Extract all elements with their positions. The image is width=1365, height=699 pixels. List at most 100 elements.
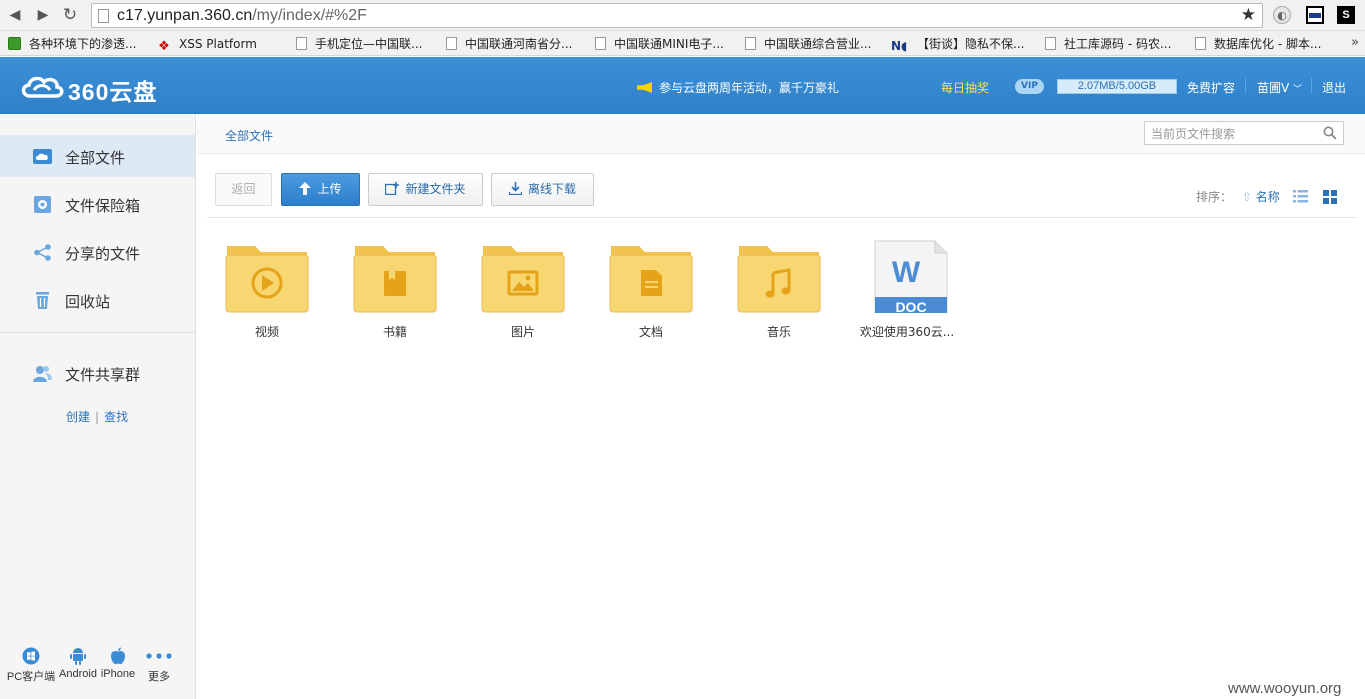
bookmark-item[interactable]: 社工库源码 - 码农... xyxy=(1045,36,1171,52)
user-menu[interactable]: 苗圃V ﹀ xyxy=(1257,79,1302,96)
logout-link[interactable]: 退出 xyxy=(1322,79,1346,96)
file-name: 视频 xyxy=(254,325,279,339)
url-text[interactable]: c17.yunpan.360.cn/my/index/#%2F xyxy=(117,7,367,25)
file-item-welcome-doc[interactable]: W DOC 欢迎使用360云... xyxy=(855,236,959,346)
address-bar[interactable]: c17.yunpan.360.cn/my/index/#%2F ★ xyxy=(91,3,1263,28)
list-view-icon[interactable] xyxy=(1293,190,1308,203)
upload-button[interactable]: 上传 xyxy=(281,173,360,206)
share-icon xyxy=(34,244,51,261)
bookmark-favicon-icon xyxy=(8,37,21,50)
breadcrumb[interactable]: 全部文件 xyxy=(225,127,273,144)
sort-by-name-button[interactable]: ⇧ 名称 xyxy=(1242,190,1280,204)
link-separator: | xyxy=(95,410,100,424)
header-divider xyxy=(1245,78,1246,93)
android-client-link[interactable]: Android xyxy=(56,646,100,680)
page-icon xyxy=(1045,37,1056,50)
file-item-documents[interactable]: 文档 xyxy=(599,236,703,346)
flag-extension-icon[interactable] xyxy=(1306,6,1324,24)
sidebar-item-label: 回收站 xyxy=(65,293,111,311)
vip-cloud-icon[interactable]: VIP xyxy=(1015,79,1044,94)
sidebar-item-shared[interactable]: 分享的文件 xyxy=(0,231,195,273)
bookmark-item[interactable]: 各种环境下的渗透... xyxy=(8,36,136,52)
unicom-logo-icon: ❖ xyxy=(158,39,170,54)
cloud-folder-icon xyxy=(33,149,52,164)
breadcrumb-bar: 全部文件 xyxy=(197,114,1365,154)
client-label: iPhone xyxy=(100,668,136,680)
bookmark-item[interactable]: N◖ 【街谈】隐私不保... xyxy=(891,36,1024,53)
bookmark-star-icon[interactable]: ★ xyxy=(1241,5,1256,25)
watermark: www.wooyun.org xyxy=(1228,680,1342,697)
sort-arrow-up-icon: ⇧ xyxy=(1241,190,1252,204)
word-letter-icon: W xyxy=(892,256,921,289)
sort-label: 排序： xyxy=(1196,190,1233,204)
sidebar-item-all-files[interactable]: 全部文件 xyxy=(0,135,195,177)
file-name: 音乐 xyxy=(766,325,791,339)
new-folder-icon xyxy=(385,182,400,195)
chevron-down-icon: ﹀ xyxy=(1293,85,1303,95)
file-item-images[interactable]: 图片 xyxy=(471,236,575,346)
bookmark-item[interactable]: ❖ XSS Platform xyxy=(157,36,257,54)
file-item-music[interactable]: 音乐 xyxy=(727,236,831,346)
bookmarks-more-button[interactable]: » xyxy=(1351,35,1359,50)
sidebar-item-safe-box[interactable]: 文件保险箱 xyxy=(0,183,195,225)
header-divider xyxy=(1311,78,1312,93)
file-item-video[interactable]: 视频 xyxy=(215,236,319,346)
bookmark-item[interactable]: 中国联通综合营业... xyxy=(745,36,871,52)
reload-icon[interactable]: ↻ xyxy=(61,6,79,24)
back-button[interactable]: 返回 xyxy=(215,173,272,206)
bookmark-item[interactable]: 手机定位—中国联... xyxy=(296,36,422,52)
back-arrow-icon[interactable]: ◀ xyxy=(6,6,24,24)
search-box xyxy=(1144,121,1344,145)
bookmark-item[interactable]: 中国联通河南省分... xyxy=(446,36,572,52)
app-header: 360云盘 参与云盘两周年活动，赢千万豪礼 每日抽奖 VIP 2.07MB/5.… xyxy=(0,57,1365,114)
s-extension-icon[interactable]: S xyxy=(1337,6,1355,24)
find-group-link[interactable]: 查找 xyxy=(104,410,128,424)
search-icon[interactable] xyxy=(1323,126,1337,140)
doc-badge: DOC xyxy=(895,299,926,313)
sidebar-item-recycle-bin[interactable]: 回收站 xyxy=(0,279,195,321)
file-grid: 视频 书籍 图片 文档 音乐 W DOC 欢迎使用360云... xyxy=(215,236,1315,356)
search-input[interactable] xyxy=(1151,126,1321,142)
file-name: 书籍 xyxy=(382,325,407,339)
client-downloads: PC客户端 Android iPhone 更多 xyxy=(0,646,195,686)
create-group-link[interactable]: 创建 xyxy=(66,410,90,424)
windows-icon xyxy=(22,647,40,665)
globe-icon[interactable]: ◐ xyxy=(1273,6,1291,24)
sidebar-item-share-group[interactable]: 文件共享群 xyxy=(0,352,195,394)
iphone-client-link[interactable]: iPhone xyxy=(96,646,140,680)
file-toolbar: 返回 上传 新建文件夹 离线下载 排序： ⇧ 名称 xyxy=(207,172,1357,218)
sidebar-item-label: 文件共享群 xyxy=(65,366,141,384)
sidebar-item-label: 分享的文件 xyxy=(65,245,141,263)
apple-icon xyxy=(111,647,125,665)
grid-view-icon[interactable] xyxy=(1323,190,1337,204)
bookmark-item[interactable]: 数据库优化 - 脚本... xyxy=(1195,36,1321,52)
sidebar-item-label: 文件保险箱 xyxy=(65,197,141,215)
client-label: PC客户端 xyxy=(6,671,56,683)
client-label: 更多 xyxy=(148,671,170,683)
page-icon xyxy=(595,37,606,50)
offline-download-button[interactable]: 离线下载 xyxy=(491,173,594,206)
promo-link[interactable]: 参与云盘两周年活动，赢千万豪礼 xyxy=(637,79,839,96)
page-icon xyxy=(1195,37,1206,50)
new-folder-button[interactable]: 新建文件夹 xyxy=(368,173,483,206)
forward-arrow-icon[interactable]: ▶ xyxy=(34,6,52,24)
video-folder-icon xyxy=(225,246,309,313)
megaphone-icon xyxy=(637,82,652,93)
free-expand-link[interactable]: 免费扩容 xyxy=(1187,79,1235,96)
music-folder-icon xyxy=(737,246,821,313)
bookmark-item[interactable]: 中国联通MINI电子... xyxy=(595,36,724,52)
word-doc-icon: W DOC xyxy=(874,240,948,313)
page-icon xyxy=(98,9,109,23)
news-favicon-icon: N◖ xyxy=(891,39,908,53)
storage-quota-bar: 2.07MB/5.00GB xyxy=(1057,79,1177,94)
sidebar-item-label: 全部文件 xyxy=(65,149,126,167)
logo-text: 360云盘 xyxy=(68,79,158,105)
book-folder-icon xyxy=(353,246,437,313)
file-item-books[interactable]: 书籍 xyxy=(343,236,447,346)
group-actions: 创建 | 查找 xyxy=(66,408,128,425)
browser-toolbar: ◀ ▶ ↻ c17.yunpan.360.cn/my/index/#%2F ★ … xyxy=(0,0,1365,31)
daily-lottery-link[interactable]: 每日抽奖 xyxy=(941,79,989,96)
pc-client-link[interactable]: PC客户端 xyxy=(7,646,55,684)
more-clients-link[interactable]: 更多 xyxy=(137,646,181,684)
quota-text: 2.07MB/5.00GB xyxy=(1077,80,1157,92)
